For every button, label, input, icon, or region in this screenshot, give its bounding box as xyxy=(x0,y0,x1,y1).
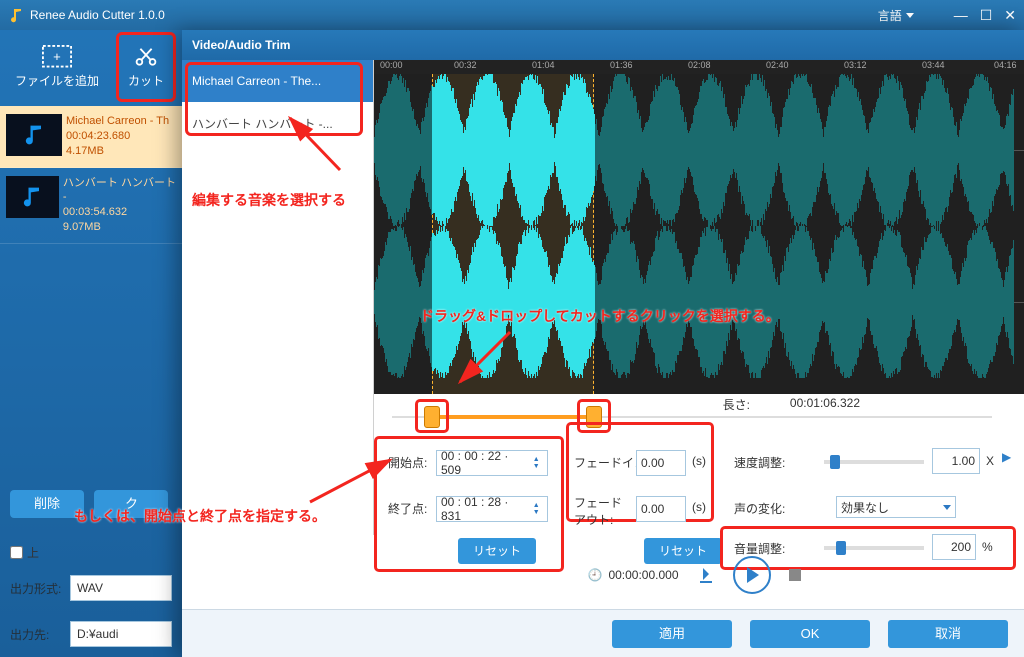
ruler-tick: 03:12 xyxy=(844,60,867,70)
ruler-tick: 02:40 xyxy=(766,60,789,70)
app-icon xyxy=(8,7,24,23)
output-format-label: 出力形式: xyxy=(10,580,70,597)
start-time-input[interactable]: 00 : 00 : 22 · 509▲▼ xyxy=(436,450,548,476)
language-label: 言語 xyxy=(878,7,902,24)
chevron-down-icon xyxy=(906,13,914,18)
overwrite-checkbox[interactable] xyxy=(10,546,23,559)
voice-select[interactable]: 効果なし xyxy=(836,496,956,518)
track-item-active[interactable]: Michael Carreon - The... xyxy=(182,60,373,102)
scissors-icon xyxy=(131,45,161,69)
speed-unit: X xyxy=(986,454,994,468)
minimize-button[interactable]: — xyxy=(954,7,968,24)
titlebar: Renee Audio Cutter 1.0.0 言語 — ☐ ✕ xyxy=(0,0,1024,30)
cut-label: カット xyxy=(128,72,164,89)
seconds-label: (s) xyxy=(692,500,706,514)
trim-handle-start[interactable] xyxy=(424,406,440,428)
play-icon xyxy=(747,567,759,583)
file-item[interactable]: Michael Carreon - Th 00:04:23.680 4.17MB xyxy=(0,106,182,168)
speed-slider[interactable] xyxy=(824,460,924,464)
ruler-tick: 01:36 xyxy=(610,60,633,70)
stop-button[interactable] xyxy=(789,569,801,581)
file-name: Michael Carreon - Th xyxy=(66,114,169,129)
play-button[interactable] xyxy=(733,556,771,594)
app-title: Renee Audio Cutter 1.0.0 xyxy=(30,8,878,22)
file-item[interactable]: ハンバート ハンバート - 00:03:54.632 9.07MB xyxy=(0,168,182,244)
dialog-buttons: 適用 OK 取消 xyxy=(182,609,1024,657)
output-format-select[interactable]: WAV xyxy=(70,575,172,601)
add-file-label: ファイルを追加 xyxy=(15,72,99,89)
trim-handle-end[interactable] xyxy=(586,406,602,428)
voice-label: 声の変化: xyxy=(734,500,785,517)
speed-play-icon[interactable]: ▶ xyxy=(1002,450,1011,464)
ruler-tick: 04:16 xyxy=(994,60,1017,70)
apply-button[interactable]: 適用 xyxy=(612,620,732,648)
waveform-area[interactable]: 00:00 00:32 01:04 01:36 02:08 02:40 03:1… xyxy=(374,60,1024,394)
seconds-label: (s) xyxy=(692,454,706,468)
track-item[interactable]: ハンバート ハンバート -... xyxy=(182,102,373,144)
add-file-button[interactable]: + ファイルを追加 xyxy=(0,30,114,104)
ruler-tick: 00:32 xyxy=(454,60,477,70)
file-thumb-icon xyxy=(6,176,59,218)
track-list: Michael Carreon - The... ハンバート ハンバート -..… xyxy=(182,60,374,535)
spin-up-icon[interactable]: ▲ xyxy=(529,456,543,463)
time-ruler: 00:00 00:32 01:04 01:36 02:08 02:40 03:1… xyxy=(374,60,1024,74)
spin-down-icon[interactable]: ▼ xyxy=(529,463,543,470)
length-label: 長さ: xyxy=(723,396,750,413)
trim-panel: Video/Audio Trim Michael Carreon - The..… xyxy=(182,30,1024,657)
file-list: Michael Carreon - Th 00:04:23.680 4.17MB… xyxy=(0,106,182,244)
output-dest-field[interactable]: D:¥audi xyxy=(70,621,172,647)
cancel-button[interactable]: 取消 xyxy=(888,620,1008,648)
file-name: ハンバート ハンバート - xyxy=(63,176,176,206)
file-thumb-icon xyxy=(6,114,62,156)
ruler-tick: 02:08 xyxy=(688,60,711,70)
output-dest-label: 出力先: xyxy=(10,626,70,643)
svg-text:+: + xyxy=(53,49,61,64)
playback-bar: 🕘 00:00:00.000 xyxy=(374,549,1014,601)
length-value: 00:01:06.322 xyxy=(790,396,860,410)
delete-button[interactable]: 削除 xyxy=(10,490,84,518)
file-size: 4.17MB xyxy=(66,144,169,159)
trim-slider[interactable]: 長さ: 00:01:06.322 xyxy=(374,394,1010,430)
play-position: 00:00:00.000 xyxy=(608,568,678,582)
maximize-button[interactable]: ☐ xyxy=(980,7,993,24)
cut-button[interactable]: カット xyxy=(116,32,176,102)
file-size: 9.07MB xyxy=(63,220,176,235)
end-label: 終了点: xyxy=(388,500,427,517)
file-duration: 00:03:54.632 xyxy=(63,205,176,220)
controls-grid: 開始点: 00 : 00 : 22 · 509▲▼ 終了点: 00 : 01 :… xyxy=(374,436,1014,547)
language-dropdown[interactable]: 言語 xyxy=(878,7,914,24)
clock-icon: 🕘 xyxy=(587,568,602,582)
clear-button[interactable]: ク xyxy=(94,490,168,518)
ruler-tick: 01:04 xyxy=(532,60,555,70)
close-button[interactable]: ✕ xyxy=(1004,7,1016,24)
start-label: 開始点: xyxy=(388,454,427,471)
filmstrip-plus-icon: + xyxy=(42,45,72,69)
trim-title: Video/Audio Trim xyxy=(182,30,1024,60)
spin-up-icon[interactable]: ▲ xyxy=(529,502,543,509)
spin-down-icon[interactable]: ▼ xyxy=(529,509,543,516)
speed-value-input[interactable]: 1.00 xyxy=(932,448,980,474)
left-panel: + ファイルを追加 カット Michael Carreon - Th 00:04… xyxy=(0,30,182,657)
speed-label: 速度調整: xyxy=(734,454,785,471)
end-time-input[interactable]: 00 : 01 : 28 · 831▲▼ xyxy=(436,496,548,522)
fadeout-label: フェードアウト: xyxy=(574,494,630,528)
ok-button[interactable]: OK xyxy=(750,620,870,648)
mark-in-icon[interactable] xyxy=(697,566,715,584)
chevron-down-icon xyxy=(943,505,951,510)
ruler-tick: 00:00 xyxy=(380,60,403,70)
fadein-input[interactable]: 0.00 xyxy=(636,450,686,476)
file-duration: 00:04:23.680 xyxy=(66,129,169,144)
ruler-tick: 03:44 xyxy=(922,60,945,70)
fadeout-input[interactable]: 0.00 xyxy=(636,496,686,522)
